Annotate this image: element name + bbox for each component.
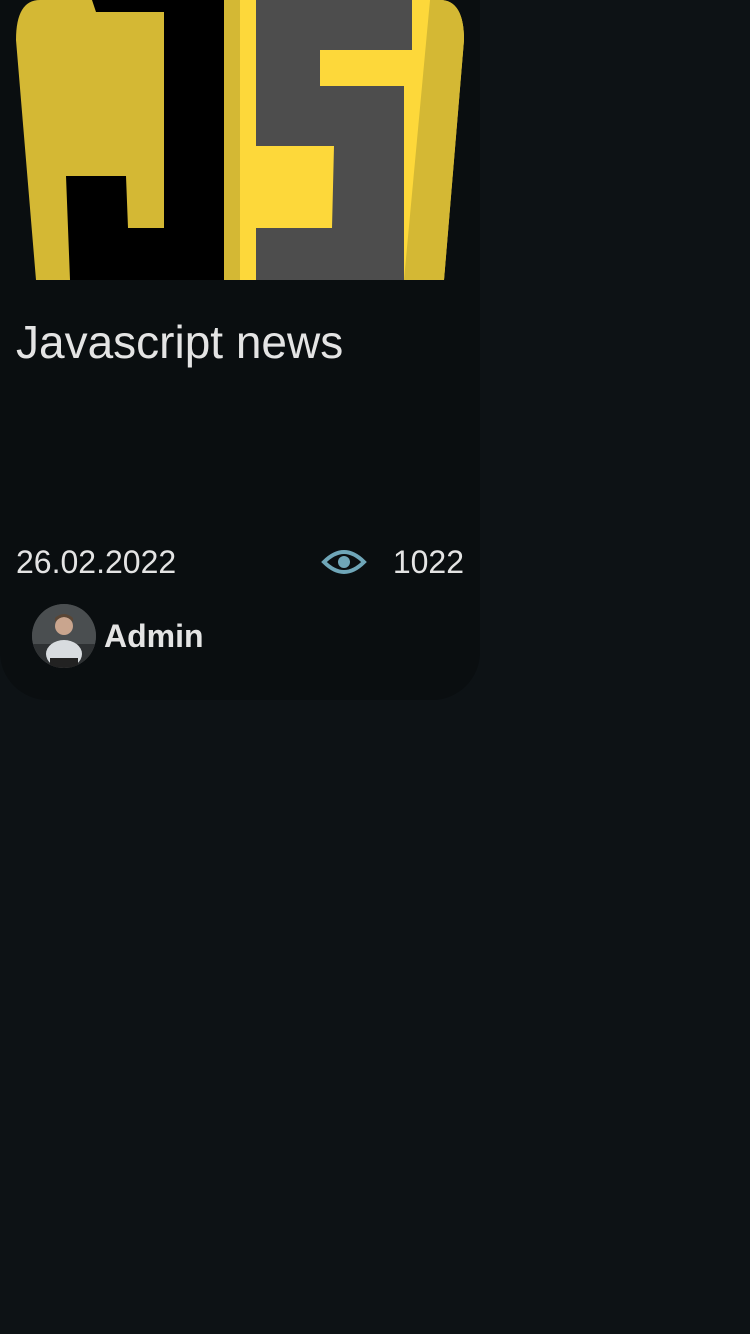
author[interactable]: Admin <box>32 604 204 668</box>
views-count: 1022 <box>392 544 464 580</box>
meta-row: 26.02.2022 1022 <box>16 540 464 584</box>
eye-icon <box>320 550 367 574</box>
card-title[interactable]: Javascript news <box>16 314 343 370</box>
avatar-photo-icon <box>32 604 96 668</box>
views-counter: 1022 <box>320 540 464 584</box>
author-name[interactable]: Admin <box>104 616 204 656</box>
javascript-logo-icon <box>16 0 464 280</box>
publish-date: 26.02.2022 <box>16 544 177 580</box>
avatar[interactable] <box>32 604 96 668</box>
news-card[interactable]: Javascript news 26.02.2022 1022 Admin <box>0 0 480 700</box>
card-image <box>0 0 480 280</box>
